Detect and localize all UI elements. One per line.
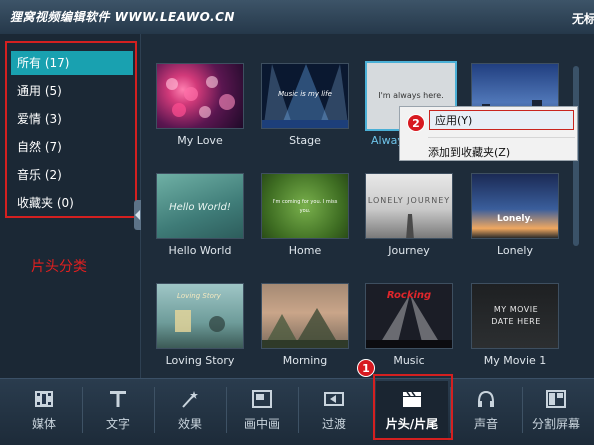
template-label: Home [288,244,322,257]
template-thumb-loving-story[interactable]: Loving Story [156,283,244,349]
template-thumb-morning[interactable] [261,283,349,349]
magic-wand-icon [182,391,198,408]
picture-in-picture-icon [252,390,272,408]
tool-label: 媒体 [31,417,56,431]
template-thumb-stage[interactable]: Music is my life [261,63,349,129]
title-bar: 狸窝视频编辑软件 WWW.LEAWO.CN 无标 [0,0,594,34]
film-icon [35,391,53,407]
loving-story-art [175,310,225,332]
menu-item-apply[interactable]: 应用(Y) [429,110,574,130]
project-title: 无标 [572,12,594,26]
template-label: My Love [177,134,223,147]
category-favorites[interactable]: 收藏夹 (0) [11,191,133,215]
menu-item-add-to-favorites[interactable]: 添加到收藏夹(Z) [428,144,510,160]
template-label: Loving Story [165,354,235,367]
intro-outro-highlight-box [373,374,453,440]
journey-road-art [406,214,414,238]
tool-effects[interactable]: 效果 [154,381,226,441]
template-label: My Movie 1 [483,354,547,367]
bottom-toolbar: 媒体 文字 效果 画中画 过渡 片头/片尾 声音 分割屏幕 [0,378,594,445]
menu-separator [428,137,575,138]
text-t-icon [110,391,126,407]
template-overlay-text: I'm always here. [378,91,444,100]
app-title: 狸窝视频编辑软件 WWW.LEAWO.CN [10,10,235,24]
category-love[interactable]: 爱情 (3) [11,107,133,131]
tool-picture-in-picture[interactable]: 画中画 [226,381,298,441]
category-all[interactable]: 所有 (17) [11,51,133,75]
template-overlay-text: Hello World! [169,202,231,213]
tool-label: 过渡 [321,417,346,431]
tool-media[interactable]: 媒体 [8,381,80,441]
template-label: Hello World [168,244,232,257]
template-thumb-my-love[interactable] [156,63,244,129]
tool-transition[interactable]: 过渡 [298,381,370,441]
template-grid: My Love Music is my life Stage I'm alway… [141,34,594,378]
tool-label: 文字 [105,417,130,431]
template-context-menu: 应用(Y) 添加到收藏夹(Z) [399,106,578,161]
step-badge-1: 1 [357,359,375,377]
morning-forest-art [262,308,348,348]
template-label: Stage [289,134,321,147]
template-thumb-home[interactable]: I'm coming for you. I miss you. [261,173,349,239]
tool-label: 画中画 [243,417,280,431]
transition-icon [324,392,344,406]
tool-label: 声音 [473,417,498,431]
category-annotation: 片头分类 [31,259,87,275]
step-badge-2: 2 [407,114,425,132]
template-thumb-lonely[interactable]: Lonely. [471,173,559,239]
tool-text[interactable]: 文字 [82,381,154,441]
tool-label: 分割屏幕 [531,417,580,431]
template-thumb-music[interactable]: Rocking [365,283,453,349]
template-overlay-text: Lonely. [497,214,533,224]
template-overlay-text: I'm coming for you. I miss you. [272,199,338,214]
category-general[interactable]: 通用 (5) [11,79,133,103]
tool-split-screen[interactable]: 分割屏幕 [520,381,592,441]
template-thumb-journey[interactable]: LONELY JOURNEY [365,173,453,239]
category-sidebar: 所有 (17) 通用 (5) 爱情 (3) 自然 (7) 音乐 (2) 收藏夹 … [0,34,142,378]
category-nature[interactable]: 自然 (7) [11,135,133,159]
template-thumb-my-movie-1[interactable]: MY MOVIE DATE HERE [471,283,559,349]
template-label: Morning [282,354,328,367]
category-music[interactable]: 音乐 (2) [11,163,133,187]
split-screen-icon [546,390,566,408]
template-label: Journey [388,244,430,257]
headphones-icon [478,390,494,407]
template-thumb-hello-world[interactable]: Hello World! [156,173,244,239]
template-label: Lonely [497,244,533,257]
template-overlay-text: Music is my life [278,90,332,98]
tool-audio[interactable]: 声音 [450,381,522,441]
hearts-bokeh-art [166,76,235,118]
template-overlay-text: Rocking [386,290,432,301]
tool-label: 效果 [177,417,202,431]
template-overlay-text: MY MOVIE DATE HERE [491,305,541,326]
